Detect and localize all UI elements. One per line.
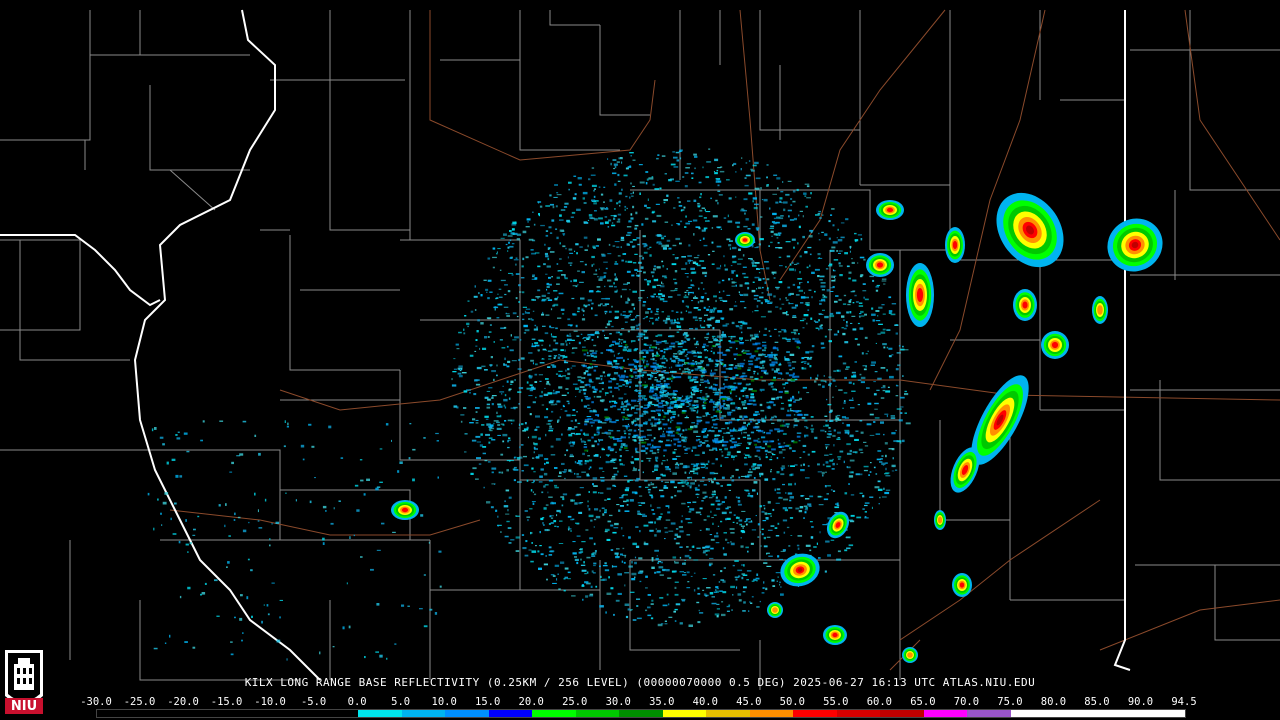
scale-swatch	[836, 710, 881, 717]
scale-label: 0.0	[347, 696, 367, 708]
scale-swatch	[445, 710, 489, 717]
scale-swatch	[140, 710, 185, 717]
scale-label: 70.0	[953, 696, 980, 708]
scale-label: 20.0	[518, 696, 544, 708]
scale-swatch	[1097, 710, 1142, 717]
scale-label: 55.0	[823, 696, 849, 708]
scale-swatch	[749, 710, 794, 717]
scale-swatch	[1054, 710, 1098, 717]
scale-label: 94.5	[1171, 696, 1197, 708]
scale-swatch	[97, 710, 141, 717]
scale-swatch	[793, 710, 837, 717]
color-scale-bar	[96, 709, 1186, 718]
scale-swatch	[1010, 710, 1055, 717]
scale-label: -20.0	[167, 696, 199, 708]
scale-swatch	[967, 710, 1011, 717]
scale-label: 30.0	[605, 696, 631, 708]
scale-label: -10.0	[254, 696, 286, 708]
scale-swatch	[271, 710, 315, 717]
scale-swatch	[662, 710, 707, 717]
scale-label: 5.0	[391, 696, 411, 708]
scale-label: -15.0	[210, 696, 243, 708]
scale-swatch	[401, 710, 446, 717]
scale-swatch	[227, 710, 272, 717]
scale-label: -5.0	[300, 696, 327, 708]
scale-swatch	[706, 710, 750, 717]
color-scale-labels: -30.0 -25.0 -20.0 -15.0 -10.0 -5.0 0.0 5.0 10.0 1…	[80, 696, 1200, 708]
scale-swatch	[923, 710, 968, 717]
scale-swatch	[575, 710, 620, 717]
scale-label: 35.0	[649, 696, 675, 708]
scale-label: -25.0	[123, 696, 156, 708]
scale-swatch	[358, 710, 402, 717]
scale-swatch	[184, 710, 228, 717]
niu-logo: NIU	[3, 646, 45, 716]
scale-label: 80.0	[1040, 696, 1067, 708]
scale-label: 60.0	[866, 696, 893, 708]
product-caption: KILX LONG RANGE BASE REFLECTIVITY (0.25K…	[244, 676, 1036, 689]
scale-swatch	[314, 710, 359, 717]
scale-label: 40.0	[692, 696, 718, 708]
scale-label: 50.0	[779, 696, 805, 708]
scale-label: 25.0	[562, 696, 588, 708]
scale-label: 85.0	[1084, 696, 1110, 708]
logo-text: NIU	[10, 699, 38, 714]
scale-swatch	[880, 710, 924, 717]
scale-label: 15.0	[475, 696, 501, 708]
scale-swatch	[619, 710, 663, 717]
scale-label: -30.0	[80, 696, 112, 708]
radar-map	[0, 0, 1280, 720]
scale-label: 90.0	[1127, 696, 1154, 708]
scale-label: 75.0	[997, 696, 1023, 708]
scale-swatch	[1141, 710, 1185, 717]
scale-swatch	[532, 710, 576, 717]
scale-swatch	[488, 710, 533, 717]
scale-label: 10.0	[431, 696, 457, 708]
scale-label: 65.0	[910, 696, 936, 708]
scale-label: 45.0	[736, 696, 762, 708]
